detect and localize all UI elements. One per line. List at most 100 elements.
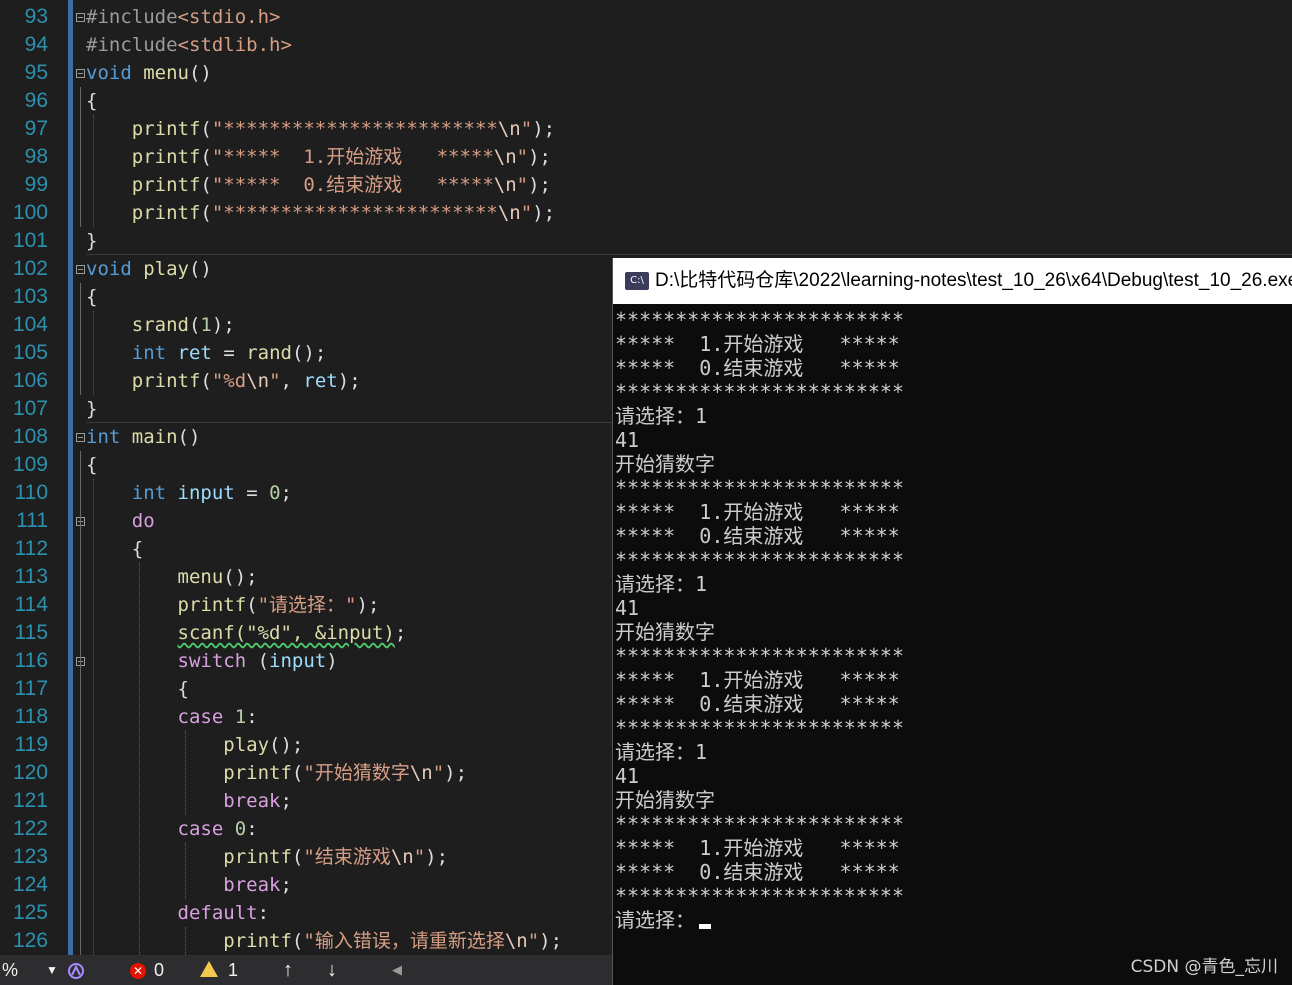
code-line[interactable]: printf("输入错误，请重新选择\n"); [86, 927, 562, 955]
code-line[interactable]: #include<stdio.h> [86, 3, 280, 31]
next-issue-arrow-icon[interactable]: ↓ [327, 955, 337, 985]
code-line[interactable]: int ret = rand(); [86, 339, 327, 367]
code-line[interactable]: break; [86, 871, 292, 899]
code-line[interactable]: menu(); [86, 563, 258, 591]
chevron-down-icon[interactable]: ▼ [46, 955, 58, 985]
code-line[interactable]: { [86, 535, 143, 563]
code-line[interactable]: switch (input) [86, 647, 338, 675]
code-line[interactable]: case 0: [86, 815, 258, 843]
code-line[interactable]: default: [86, 899, 270, 927]
line-number: 108 [12, 425, 48, 448]
code-line[interactable]: int main() [86, 423, 200, 451]
console-title-bar[interactable]: C:\ D:\比特代码仓库\2022\learning-notes\test_1… [613, 258, 1292, 304]
code-line[interactable]: scanf("%d", &input); [86, 619, 407, 647]
code-line[interactable]: do [86, 507, 155, 535]
code-line[interactable]: case 1: [86, 703, 258, 731]
code-line[interactable]: printf("************************\n"); [86, 199, 555, 227]
code-token: ); [211, 314, 235, 336]
code-line[interactable]: printf("***** 1.开始游戏 *****\n"); [86, 143, 551, 171]
fold-toggle-icon[interactable] [76, 265, 85, 274]
console-line: ***** 0.结束游戏 ***** [615, 356, 900, 380]
code-token: () [177, 426, 201, 448]
line-number: 110 [14, 481, 48, 504]
code-line[interactable]: } [86, 395, 97, 423]
console-line-text: 41 [615, 428, 640, 452]
code-line[interactable]: int input = 0; [86, 479, 292, 507]
code-line[interactable]: printf("%d\n", ret); [86, 367, 361, 395]
code-token: #include [86, 34, 178, 56]
code-token: <stdio.h> [177, 6, 281, 28]
code-line[interactable]: srand(1); [86, 311, 235, 339]
fold-toggle-icon[interactable] [76, 13, 85, 22]
console-window[interactable]: C:\ D:\比特代码仓库\2022\learning-notes\test_1… [612, 258, 1292, 985]
code-line[interactable]: printf("开始猜数字\n"); [86, 759, 467, 787]
line-number: 102 [12, 257, 48, 280]
code-line[interactable]: void play() [86, 255, 212, 283]
code-token: "%d [211, 370, 247, 392]
code-line[interactable]: { [86, 283, 97, 311]
code-line[interactable]: { [86, 675, 189, 703]
line-number: 123 [12, 845, 48, 868]
code-token: ( [246, 594, 258, 616]
code-token: " [520, 202, 533, 224]
code-token: } [86, 398, 98, 420]
code-line[interactable]: printf("***** 0.结束游戏 *****\n"); [86, 171, 551, 199]
code-line[interactable]: printf("结束游戏\n"); [86, 843, 448, 871]
fold-toggle-icon[interactable] [76, 69, 85, 78]
code-token: ); [532, 118, 556, 140]
warning-icon [200, 961, 218, 978]
line-number: 100 [12, 201, 48, 224]
console-line-text: 请选择： [615, 908, 695, 932]
code-token: (); [291, 342, 327, 364]
code-line[interactable]: void menu() [86, 59, 212, 87]
code-token: " [413, 846, 426, 868]
code-token: input [177, 482, 235, 504]
console-line: 请选择：1 [615, 572, 707, 596]
console-line-text: ***** 1.开始游戏 ***** [615, 332, 900, 356]
code-line[interactable]: printf("请选择："); [86, 591, 380, 619]
console-line-text: 请选择：1 [615, 740, 708, 764]
code-line[interactable]: printf("************************\n"); [86, 115, 555, 143]
code-token: "结束游戏 [303, 846, 391, 868]
code-line[interactable]: break; [86, 787, 292, 815]
line-number: 118 [14, 705, 48, 728]
warning-indicator[interactable]: 1 [200, 955, 238, 985]
scroll-left-icon[interactable]: ◀ [392, 955, 402, 985]
line-number: 117 [14, 677, 48, 700]
code-token: ); [528, 174, 551, 196]
code-token: printf [223, 762, 292, 784]
line-number: 103 [12, 285, 48, 308]
previous-issue-arrow-icon[interactable]: ↑ [283, 955, 293, 985]
code-token: printf [177, 594, 247, 616]
console-line: 41 [615, 596, 639, 620]
code-token: int [131, 482, 167, 504]
code-line[interactable]: } [86, 227, 97, 255]
code-token: ; [280, 482, 292, 504]
fold-range-line [80, 283, 81, 395]
code-line[interactable]: { [86, 87, 97, 115]
code-line[interactable]: { [86, 451, 97, 479]
console-app-icon: C:\ [625, 272, 649, 290]
error-icon: ✕ [130, 963, 146, 980]
code-token: : [257, 902, 270, 924]
console-line-text: 开始猜数字 [615, 788, 715, 812]
code-token: \n [497, 118, 521, 140]
console-output[interactable]: ************************ ***** 1.开始游戏 ***… [615, 308, 1292, 985]
error-indicator[interactable]: ✕ 0 [130, 955, 164, 985]
code-line[interactable]: #include<stdlib.h> [86, 31, 292, 59]
fold-toggle-icon[interactable] [76, 433, 85, 442]
console-line: ************************ [615, 548, 904, 572]
code-token: " [269, 370, 281, 392]
indent-guide [185, 843, 186, 899]
code-line[interactable]: play(); [86, 731, 303, 759]
line-number: 126 [12, 929, 48, 952]
code-token: ret [177, 342, 212, 364]
indent-guide [93, 311, 94, 395]
zoom-level[interactable]: % [2, 955, 18, 985]
intellicode-icon[interactable] [66, 955, 86, 985]
code-token: #include [86, 6, 178, 28]
